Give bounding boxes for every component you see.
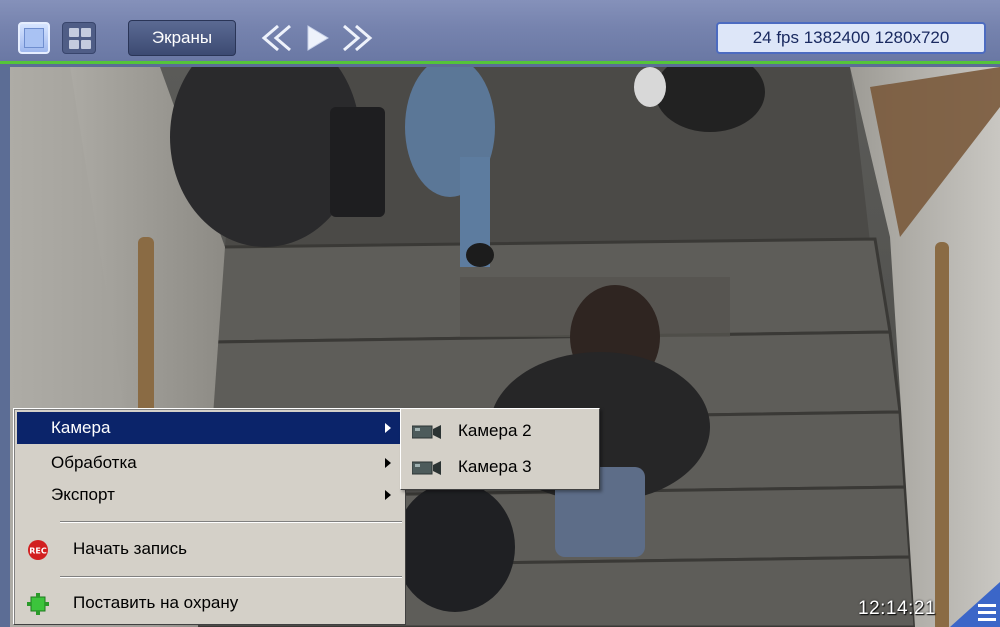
submenu-arrow-icon: [385, 423, 391, 433]
camera-submenu: Камера 2 Камера 3: [400, 408, 600, 490]
menu-item-export[interactable]: Экспорт: [17, 479, 403, 511]
menu-item-label: Начать запись: [73, 539, 187, 558]
video-timestamp: 12:14:21: [858, 598, 936, 619]
submenu-arrow-icon: [385, 458, 391, 468]
stream-info-badge: 24 fps 1382400 1280x720: [716, 22, 986, 54]
camera-icon: [412, 425, 441, 439]
menu-item-label: Поставить на охрану: [73, 593, 239, 612]
camera-icon: [412, 461, 441, 475]
rec-icon: REC: [28, 540, 48, 560]
menu-icon[interactable]: [950, 582, 1000, 627]
submenu-arrow-icon: [385, 490, 391, 500]
menu-separator: [60, 521, 402, 523]
play-icon[interactable]: [302, 22, 332, 54]
menu-item-label: Обработка: [51, 453, 137, 472]
fast-forward-icon[interactable]: [336, 22, 376, 54]
menu-item-camera[interactable]: Камера: [17, 412, 403, 444]
menu-item-processing[interactable]: Обработка: [17, 447, 403, 479]
menu-item-label: Экспорт: [51, 485, 115, 504]
context-menu: Камера Обработка Экспорт REC Начать запи…: [13, 408, 406, 625]
layout-single-icon[interactable]: [18, 22, 50, 54]
arm-icon: [27, 593, 49, 615]
submenu-item-camera-3[interactable]: Камера 3: [404, 450, 596, 484]
video-toolbar: Экраны 24 fps 1382400 1280x720: [0, 0, 1000, 64]
submenu-item-label: Камера 2: [458, 421, 532, 440]
screens-button[interactable]: Экраны: [128, 20, 236, 56]
menu-item-start-recording[interactable]: REC Начать запись: [17, 529, 403, 569]
layout-quad-icon[interactable]: [62, 22, 96, 54]
submenu-item-camera-2[interactable]: Камера 2: [404, 414, 596, 448]
menu-item-arm[interactable]: Поставить на охрану: [17, 583, 403, 623]
menu-item-label: Камера: [51, 418, 111, 437]
svg-text:REC: REC: [29, 547, 47, 556]
menu-separator: [60, 576, 402, 578]
submenu-item-label: Камера 3: [458, 457, 532, 476]
rewind-icon[interactable]: [258, 22, 298, 54]
